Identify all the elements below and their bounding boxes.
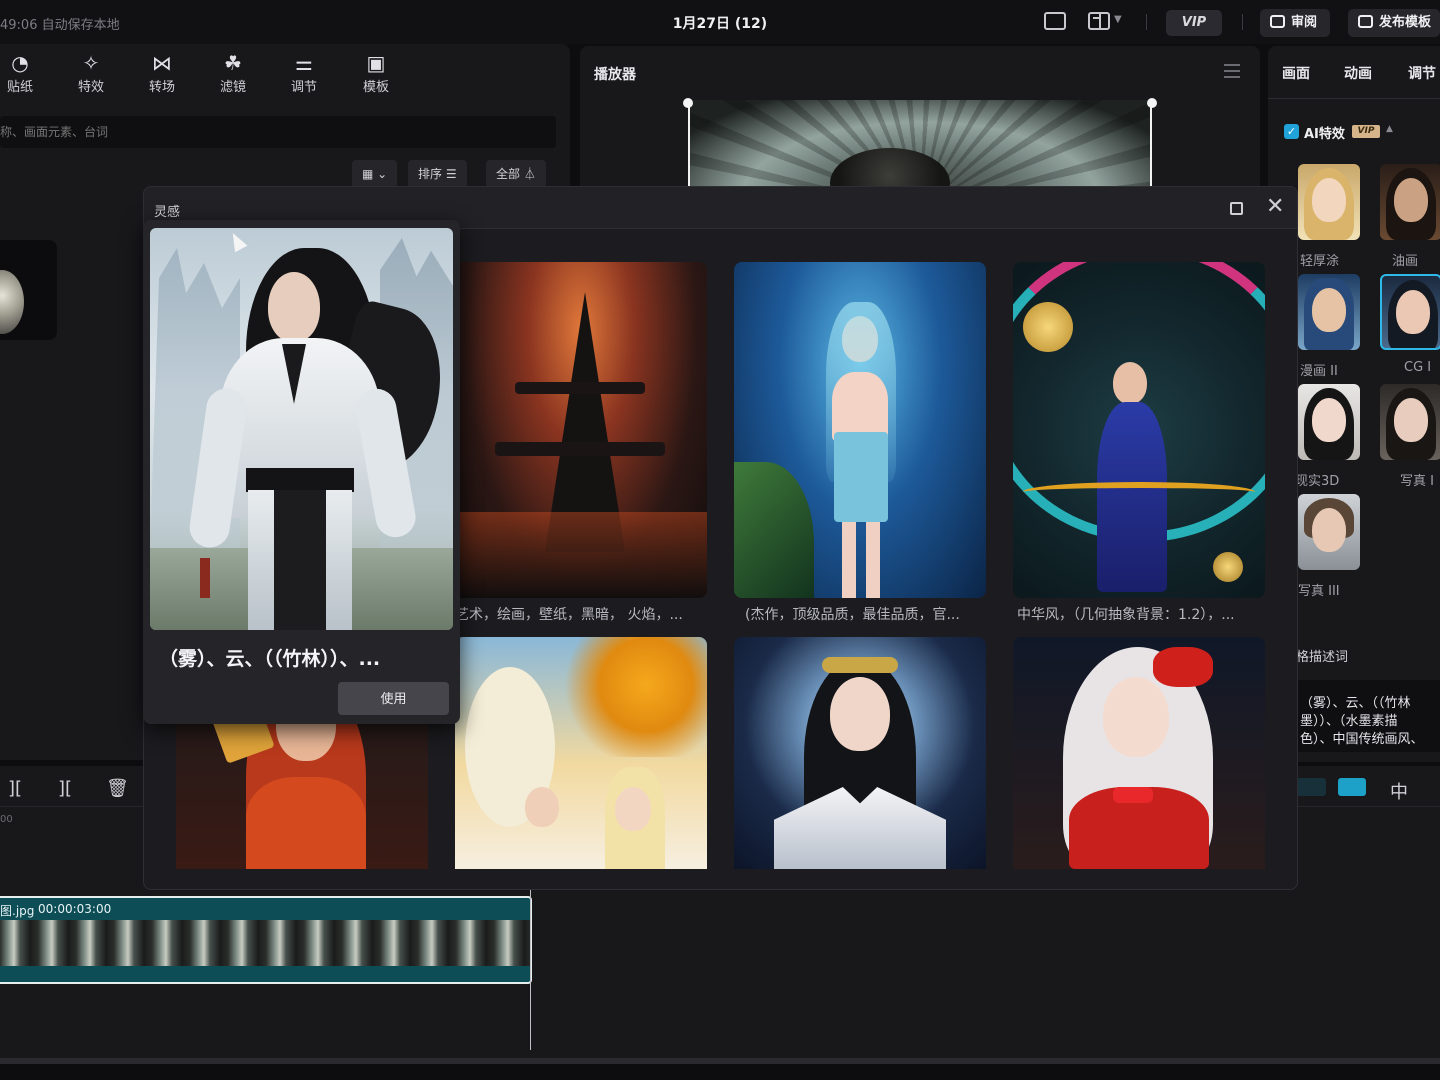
card-caption: 中华风，（几何抽象背景：1.2），... [1017,607,1235,623]
link-icon[interactable] [1296,778,1326,796]
layout-icon[interactable] [1088,12,1110,30]
ai-effects-label: AI特效 [1304,127,1345,142]
split-icon[interactable]: 中 [1390,778,1408,804]
tab-adjust[interactable]: 调节 [1408,63,1436,83]
style-thumb-thick-paint[interactable] [1298,164,1360,240]
tool-filter[interactable]: ☘ 滤镜 [203,50,263,95]
time-ruler: 00 [0,814,13,825]
clip-name: 图.jpg [0,904,35,918]
dialog-title: 灵感 [154,205,181,220]
style-label: 写真 III [1298,584,1340,599]
sort-button[interactable]: 排序 ☰ [408,160,467,188]
clip-filmstrip [0,920,530,966]
playhead[interactable] [530,886,531,1050]
tab-image[interactable]: 画面 [1282,63,1310,83]
preview-canvas[interactable] [688,100,1152,200]
media-thumbnail[interactable] [0,240,57,340]
view-toggle-button[interactable]: ▦ ⌄ [352,160,398,188]
style-label: 写真 I [1400,474,1434,489]
style-thumb-oil-painting[interactable] [1380,164,1440,240]
review-icon [1270,15,1285,28]
delete-icon[interactable]: 🗑 [106,778,129,799]
effects-icon: ✧ [82,51,100,75]
review-button[interactable]: 审阅 [1260,9,1330,37]
separator [1242,14,1243,30]
resize-handle[interactable] [683,98,693,108]
divider [1268,98,1440,99]
use-button[interactable]: 使用 [338,682,449,715]
inspiration-card[interactable] [734,637,986,869]
inspiration-card[interactable] [1013,637,1265,869]
vip-badge: VIP [1352,125,1380,138]
magnet-icon[interactable] [1338,778,1366,796]
template-icon: ▣ [366,51,386,75]
inspiration-card[interactable] [1013,262,1265,598]
preview-caption: （雾）、云、（（竹林））、... [159,648,381,670]
filter-icon: ☘ [224,51,242,75]
inspiration-card[interactable] [455,637,707,869]
description-line: 色）、中国传统画风、 [1300,732,1424,747]
style-label: 轻厚涂 [1300,254,1340,269]
trim-left-icon[interactable]: ][ [8,778,22,799]
filter-all-button[interactable]: 全部 ⏃ [486,160,546,188]
menu-icon[interactable] [1224,64,1240,78]
project-title: 1月27日 (12) [672,16,768,32]
style-thumb-surreal-3d[interactable] [1298,384,1360,460]
inspiration-card[interactable] [734,262,986,598]
keyboard-shortcut-icon[interactable] [1044,12,1066,30]
card-caption: (杰作，顶级品质，最佳品质，官... [745,607,960,623]
sticker-icon: ◔ [11,51,29,75]
close-icon[interactable]: ✕ [1266,196,1284,218]
style-label: CG I [1404,360,1432,375]
preview-image [150,228,453,630]
style-thumb-portrait-3[interactable] [1298,494,1360,570]
title-bar: 49:06 自动保存本地 1月27日 (12) ▼ VIP 审阅 发布模板 [0,0,1440,44]
description-line: （雾）、云、（（竹林 [1300,696,1411,711]
style-thumb-manga-2[interactable] [1298,274,1360,350]
description-line: 墨））、（水墨素描 [1300,714,1398,729]
clip-duration: 00:00:03:00 [38,902,112,916]
chevron-up-icon[interactable]: ▲ [1386,124,1393,134]
style-label: 油画 [1392,254,1419,269]
ai-effects-checkbox[interactable]: ✓ [1284,124,1299,139]
tab-animation[interactable]: 动画 [1344,63,1372,83]
maximize-icon[interactable] [1230,202,1243,215]
trim-right-icon[interactable]: ][ [58,778,72,799]
tool-sticker[interactable]: ◔ 贴纸 [0,50,50,95]
style-label: 漫画 II [1300,364,1338,379]
player-title: 播放器 [594,67,636,83]
transition-icon: ⋈ [152,51,172,75]
tool-adjust[interactable]: ⚌ 调节 [274,50,334,95]
chevron-down-icon[interactable]: ▼ [1114,14,1122,25]
preview-popup: （雾）、云、（（竹林））、... 使用 [143,220,460,724]
publish-icon [1358,15,1373,28]
tool-transition[interactable]: ⋈ 转场 [132,50,192,95]
style-description-title: 格描述词 [1296,650,1349,665]
vip-button[interactable]: VIP [1166,10,1222,36]
style-thumb-cg-1[interactable] [1380,274,1440,350]
timeline-scrollbar[interactable] [0,1058,1440,1064]
search-input[interactable] [0,116,556,148]
resize-handle[interactable] [1147,98,1157,108]
adjust-icon: ⚌ [295,51,313,75]
video-clip[interactable]: 图.jpg 00:00:03:00 [0,896,532,984]
card-caption: 艺术，绘画，壁纸，黑暗， 火焰，... [455,607,683,623]
inspiration-card[interactable] [455,262,707,598]
publish-template-button[interactable]: 发布模板 [1348,9,1440,37]
tool-effects[interactable]: ✧ 特效 [61,50,121,95]
separator [1146,14,1147,30]
style-thumb-portrait-1[interactable] [1380,384,1440,460]
tool-template[interactable]: ▣ 模板 [346,50,406,95]
